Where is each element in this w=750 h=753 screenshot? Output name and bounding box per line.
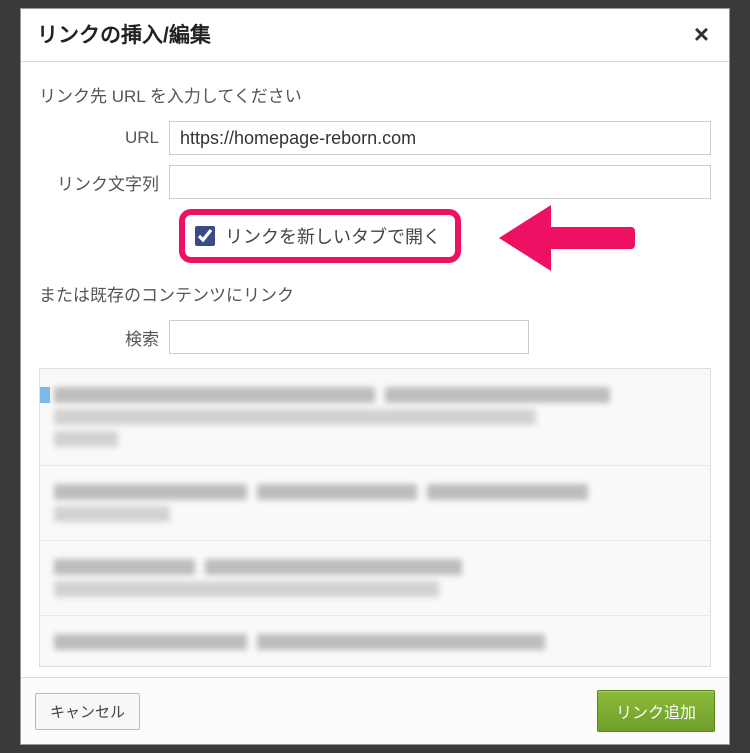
search-input[interactable]	[169, 320, 529, 354]
search-results-list[interactable]	[39, 368, 711, 667]
add-link-button[interactable]: リンク追加	[597, 690, 715, 732]
link-text-input[interactable]	[169, 165, 711, 199]
arrow-shaft	[545, 227, 635, 249]
open-new-tab-checkbox[interactable]	[195, 226, 215, 246]
search-label: 検索	[39, 325, 169, 350]
search-row: 検索	[39, 320, 711, 354]
link-text-row: リンク文字列	[39, 165, 711, 199]
open-new-tab-label: リンクを新しいタブで開く	[225, 223, 441, 249]
close-button[interactable]: ×	[690, 19, 713, 49]
dialog-header: リンクの挿入/編集 ×	[21, 9, 729, 62]
list-item[interactable]	[40, 466, 710, 541]
url-label: URL	[39, 128, 169, 148]
url-prompt: リンク先 URL を入力してください	[39, 82, 711, 107]
dialog-body: リンク先 URL を入力してください URL リンク文字列 リンクを新しいタブで…	[21, 62, 729, 677]
url-input[interactable]	[169, 121, 711, 155]
link-text-label: リンク文字列	[39, 170, 169, 195]
list-item[interactable]	[40, 369, 710, 466]
cancel-button[interactable]: キャンセル	[35, 693, 140, 730]
dialog-footer: キャンセル リンク追加	[21, 677, 729, 744]
insert-link-dialog: リンクの挿入/編集 × リンク先 URL を入力してください URL リンク文字…	[20, 8, 730, 745]
dialog-title: リンクの挿入/編集	[37, 19, 211, 49]
close-icon: ×	[694, 19, 709, 49]
arrow-left-icon	[499, 205, 551, 271]
list-item[interactable]	[40, 541, 710, 616]
list-item[interactable]	[40, 616, 710, 667]
existing-content-heading: または既存のコンテンツにリンク	[39, 281, 711, 306]
highlight-annotation: リンクを新しいタブで開く	[179, 209, 461, 263]
new-tab-row: リンクを新しいタブで開く	[39, 209, 711, 263]
url-row: URL	[39, 121, 711, 155]
